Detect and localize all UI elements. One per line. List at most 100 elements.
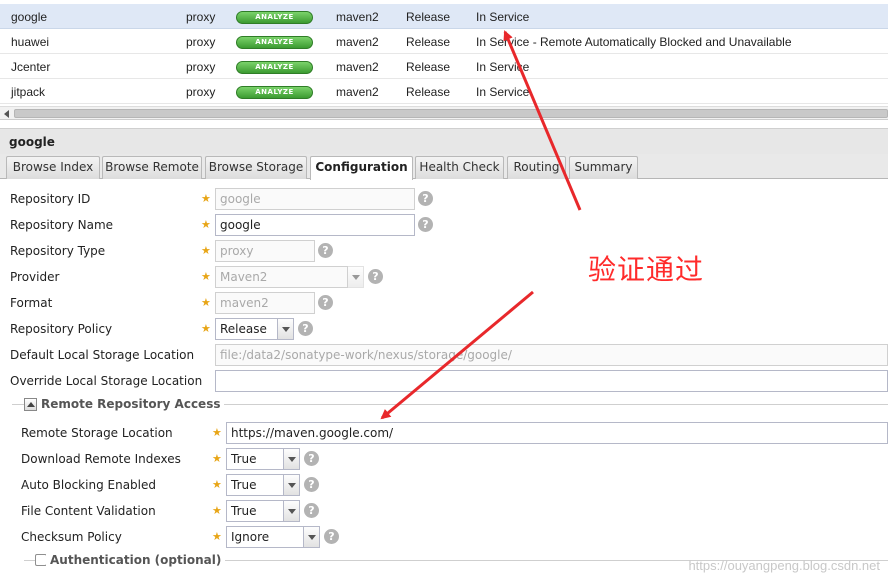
form-row-remote-storage-location: Remote Storage Location ★ https://maven.… (0, 422, 888, 446)
field-label: Remote Storage Location (21, 426, 173, 440)
required-star-icon: ★ (212, 426, 222, 439)
horizontal-scrollbar[interactable] (0, 106, 888, 120)
help-icon[interactable]: ? (304, 503, 319, 518)
repo-name: huawei (11, 35, 50, 49)
help-icon[interactable]: ? (368, 269, 383, 284)
format-field: maven2 (215, 292, 315, 314)
repository-type-field: proxy (215, 240, 315, 262)
tab-browse-storage[interactable]: Browse Storage (205, 156, 307, 179)
remote-storage-location-field[interactable]: https://maven.google.com/ (226, 422, 888, 444)
chevron-down-icon[interactable] (283, 474, 300, 496)
repository-policy-select[interactable]: Release (215, 318, 278, 340)
form-row-download-remote-indexes: Download Remote Indexes ★ True ? (0, 448, 888, 472)
tab-bar: Browse Index Browse Remote Browse Storag… (0, 154, 888, 180)
form-row-auto-blocking: Auto Blocking Enabled ★ True ? (0, 474, 888, 498)
repository-id-field: google (215, 188, 415, 210)
table-row[interactable]: google proxy ANALYZE maven2 Release In S… (0, 4, 888, 29)
tab-browse-index[interactable]: Browse Index (6, 156, 100, 179)
form-row-checksum-policy: Checksum Policy ★ Ignore ? (0, 526, 888, 550)
download-remote-indexes-select[interactable]: True (226, 448, 284, 470)
help-icon[interactable]: ? (418, 217, 433, 232)
form-row-repository-id: Repository ID ★ google ? (0, 188, 888, 212)
repository-grid: google proxy ANALYZE maven2 Release In S… (0, 4, 888, 104)
collapse-icon[interactable] (24, 398, 37, 411)
chevron-down-icon[interactable] (277, 318, 294, 340)
tab-summary[interactable]: Summary (569, 156, 638, 179)
chevron-down-icon[interactable] (283, 448, 300, 470)
repo-format: maven2 (336, 85, 379, 99)
tab-browse-remote[interactable]: Browse Remote (102, 156, 202, 179)
repo-status: In Service (476, 85, 530, 99)
repo-type: proxy (186, 35, 216, 49)
form-row-default-local-storage: Default Local Storage Location file:/dat… (0, 344, 888, 368)
annotation-text: 验证通过 (588, 253, 705, 286)
checksum-policy-select[interactable]: Ignore (226, 526, 304, 548)
form-row-repository-name: Repository Name ★ google ? (0, 214, 888, 238)
tab-health-check[interactable]: Health Check (415, 156, 504, 179)
repo-policy: Release (406, 85, 451, 99)
required-star-icon: ★ (201, 322, 211, 335)
required-star-icon: ★ (212, 530, 222, 543)
repo-name: jitpack (11, 85, 46, 99)
tab-routing[interactable]: Routing (507, 156, 566, 179)
repository-name-field[interactable]: google (215, 214, 415, 236)
required-star-icon: ★ (201, 270, 211, 283)
table-row[interactable]: Jcenter proxy ANALYZE maven2 Release In … (0, 54, 888, 79)
scroll-left-icon[interactable] (4, 110, 9, 118)
repo-status: In Service - Remote Automatically Blocke… (476, 35, 792, 49)
repo-format: maven2 (336, 60, 379, 74)
repo-type: proxy (186, 60, 216, 74)
chevron-down-icon[interactable] (283, 500, 300, 522)
field-label: Repository ID (10, 192, 91, 206)
repo-policy: Release (406, 35, 451, 49)
required-star-icon: ★ (212, 504, 222, 517)
table-row[interactable]: huawei proxy ANALYZE maven2 Release In S… (0, 29, 888, 54)
help-icon[interactable]: ? (298, 321, 313, 336)
help-icon[interactable]: ? (318, 243, 333, 258)
analyze-button[interactable]: ANALYZE (236, 36, 313, 49)
repo-name: google (11, 10, 48, 24)
scrollbar-thumb[interactable] (14, 109, 888, 118)
form-row-provider: Provider ★ Maven2 ? (0, 266, 888, 290)
chevron-down-icon (347, 266, 364, 288)
field-label: Auto Blocking Enabled (21, 478, 156, 492)
repo-format: maven2 (336, 10, 379, 24)
help-icon[interactable]: ? (304, 477, 319, 492)
file-content-validation-select[interactable]: True (226, 500, 284, 522)
help-icon[interactable]: ? (318, 295, 333, 310)
field-label: Repository Type (10, 244, 106, 258)
field-label: Default Local Storage Location (10, 348, 195, 362)
chevron-down-icon[interactable] (303, 526, 320, 548)
analyze-button[interactable]: ANALYZE (236, 11, 313, 24)
watermark: https://ouyangpeng.blog.csdn.net (688, 558, 880, 573)
override-local-storage-field[interactable] (215, 370, 888, 392)
form-row-repository-policy: Repository Policy ★ Release ? (0, 318, 888, 342)
repo-type: proxy (186, 10, 216, 24)
field-label: Repository Policy (10, 322, 113, 336)
repo-name: Jcenter (11, 60, 51, 74)
repo-status: In Service (476, 60, 530, 74)
required-star-icon: ★ (212, 452, 222, 465)
form-row-override-local-storage: Override Local Storage Location (0, 370, 888, 394)
required-star-icon: ★ (201, 244, 211, 257)
tab-configuration[interactable]: Configuration (310, 156, 413, 180)
required-star-icon: ★ (201, 218, 211, 231)
form-row-file-content-validation: File Content Validation ★ True ? (0, 500, 888, 524)
auto-blocking-select[interactable]: True (226, 474, 284, 496)
required-star-icon: ★ (212, 478, 222, 491)
analyze-button[interactable]: ANALYZE (236, 86, 313, 99)
default-local-storage-field: file:/data2/sonatype-work/nexus/storage/… (215, 344, 888, 366)
panel-title: google (0, 128, 888, 154)
field-label: Override Local Storage Location (10, 374, 203, 388)
required-star-icon: ★ (201, 192, 211, 205)
analyze-button[interactable]: ANALYZE (236, 61, 313, 74)
help-icon[interactable]: ? (304, 451, 319, 466)
help-icon[interactable]: ? (324, 529, 339, 544)
fieldset-legend: Authentication (optional) (46, 553, 226, 567)
table-row[interactable]: jitpack proxy ANALYZE maven2 Release In … (0, 79, 888, 104)
provider-select: Maven2 (215, 266, 348, 288)
field-label: Download Remote Indexes (21, 452, 181, 466)
help-icon[interactable]: ? (418, 191, 433, 206)
field-label: File Content Validation (21, 504, 156, 518)
form-row-format: Format ★ maven2 ? (0, 292, 888, 316)
